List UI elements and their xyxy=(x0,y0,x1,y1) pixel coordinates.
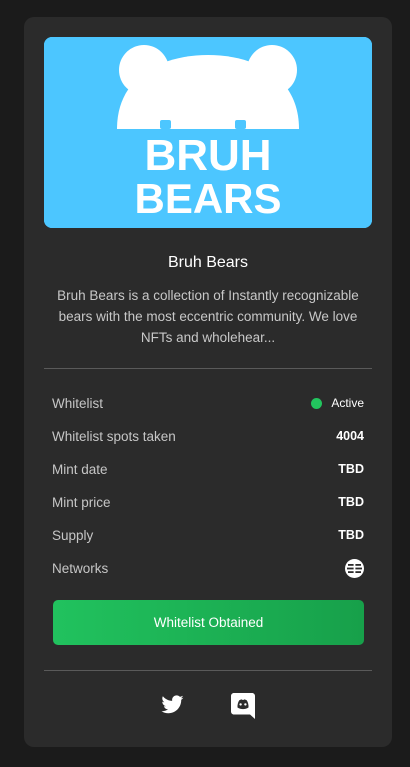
project-title: Bruh Bears xyxy=(167,254,249,271)
logo-text-line1: BRUH xyxy=(144,131,271,180)
spots-label: Whitelist spots taken xyxy=(52,428,176,444)
project-card: BRUH BEARS Bruh Bears Bruh Bears is a co… xyxy=(24,17,392,747)
project-description: Bruh Bears is a collection of Instantly … xyxy=(57,288,359,345)
spots-value: 4004 xyxy=(336,429,364,443)
social-links xyxy=(24,693,392,719)
whitelist-row: Whitelist Active xyxy=(52,393,364,413)
bear-logo-image: BRUH BEARS xyxy=(44,37,372,228)
mint-price-row: Mint price TBD xyxy=(52,492,364,512)
mint-date-row: Mint date TBD xyxy=(52,459,364,479)
whitelist-obtained-button[interactable]: Whitelist Obtained xyxy=(53,600,364,645)
mint-date-value: TBD xyxy=(338,462,364,476)
logo-text-line2: BEARS xyxy=(134,175,281,222)
spots-row: Whitelist spots taken 4004 xyxy=(52,426,364,446)
project-logo: BRUH BEARS xyxy=(44,37,372,228)
whitelist-status-value: Active xyxy=(331,396,364,410)
divider xyxy=(44,368,372,369)
network-icon[interactable] xyxy=(345,558,364,578)
networks-row: Networks xyxy=(52,558,364,578)
supply-value: TBD xyxy=(338,528,364,542)
divider xyxy=(44,670,372,671)
supply-row: Supply TBD xyxy=(52,525,364,545)
networks-label: Networks xyxy=(52,560,109,576)
whitelist-label: Whitelist xyxy=(52,395,104,411)
whitelist-status: Active xyxy=(311,396,364,410)
mint-price-value: TBD xyxy=(338,495,364,509)
status-dot-icon xyxy=(311,397,323,409)
mint-date-label: Mint date xyxy=(52,461,108,477)
supply-label: Supply xyxy=(52,527,94,543)
discord-icon[interactable] xyxy=(231,693,256,719)
mint-price-label: Mint price xyxy=(52,494,111,510)
twitter-icon[interactable] xyxy=(160,693,185,717)
